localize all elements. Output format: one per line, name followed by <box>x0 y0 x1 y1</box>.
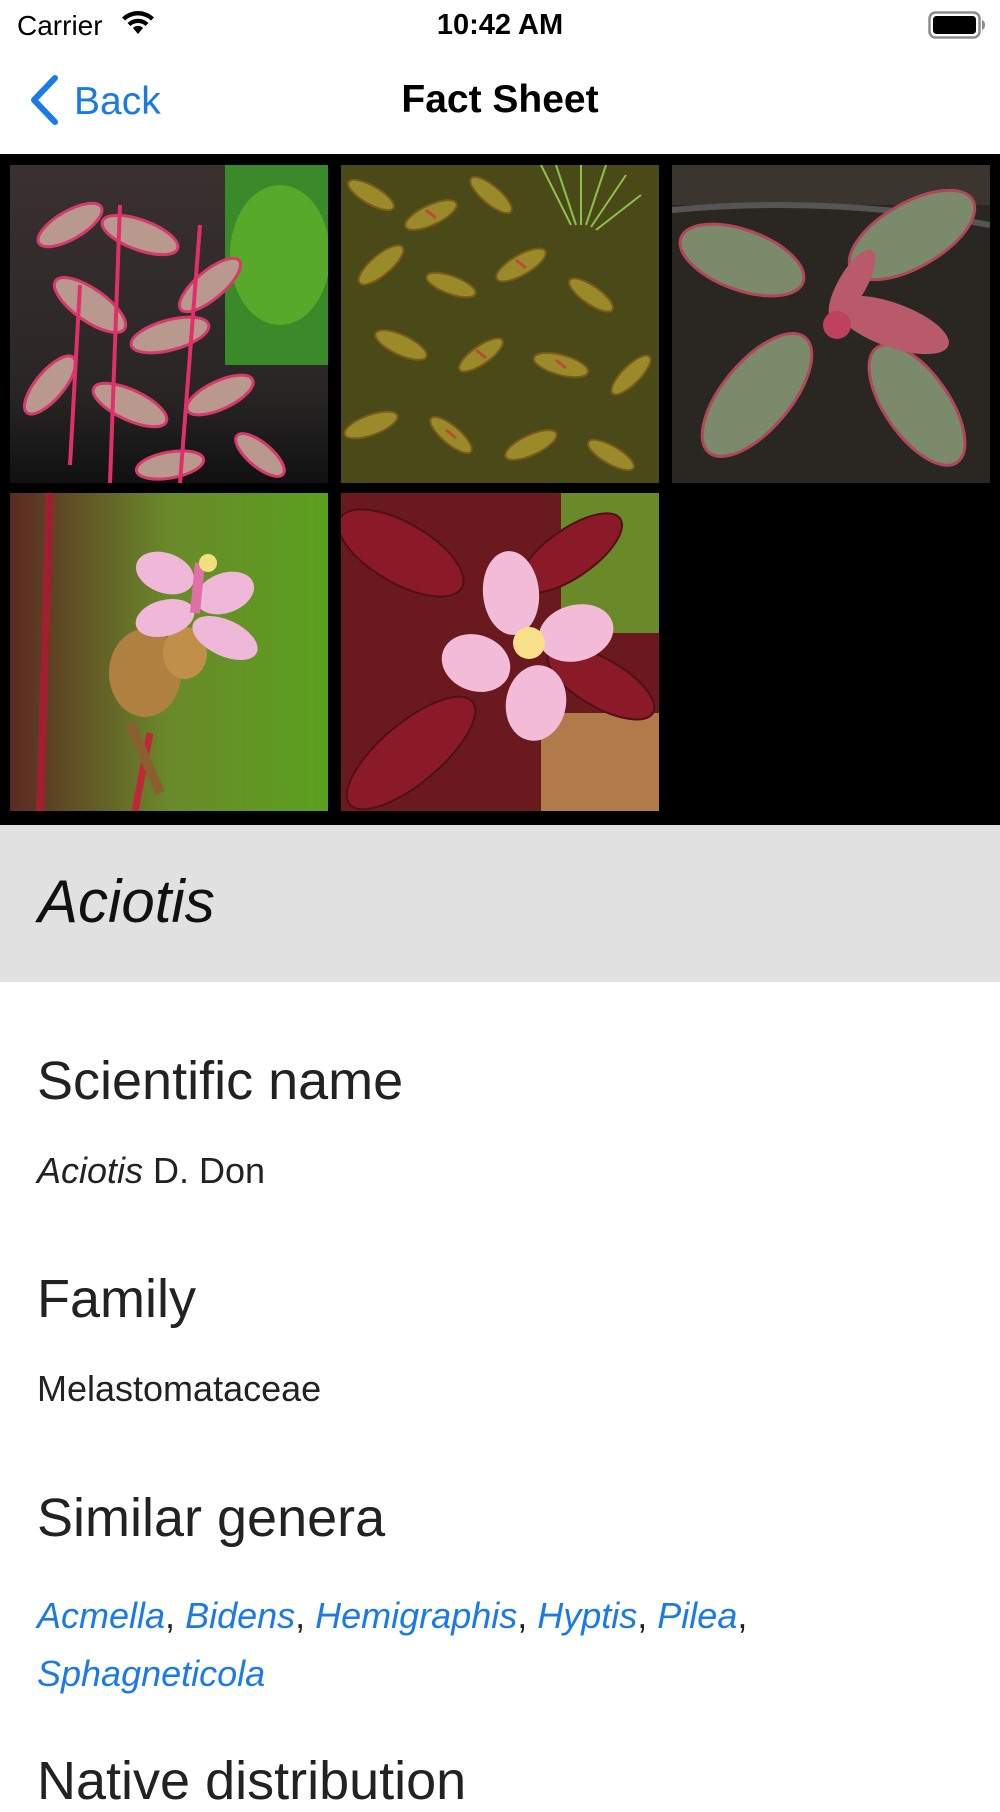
similar-genus-link[interactable]: Hyptis <box>537 1595 637 1636</box>
native-distribution-heading: Native distribution <box>37 1751 467 1811</box>
photo-gallery <box>0 154 1000 825</box>
similar-genus-link[interactable]: Hemigraphis <box>315 1595 517 1636</box>
scientific-name-value: Aciotis D. Don <box>37 1150 265 1192</box>
similar-genus-link[interactable]: Pilea <box>657 1595 737 1636</box>
similar-genera-heading: Similar genera <box>37 1488 386 1548</box>
gallery-photo-1[interactable] <box>10 165 328 483</box>
genus-title-band: Aciotis <box>0 825 1000 982</box>
family-heading: Family <box>37 1269 196 1329</box>
status-time: 10:42 AM <box>436 9 564 41</box>
scientific-name-author: D. Don <box>143 1150 266 1191</box>
similar-genera-list: Acmella, Bidens, Hemigraphis, Hyptis, Pi… <box>37 1595 748 1694</box>
similar-genus-link[interactable]: Bidens <box>185 1595 295 1636</box>
gallery-photo-3[interactable] <box>672 165 990 483</box>
scientific-name-genus: Aciotis <box>37 1150 144 1191</box>
family-value: Melastomataceae <box>37 1368 322 1409</box>
status-bar: Carrier 10:42 AM <box>0 0 1000 50</box>
scientific-name-heading: Scientific name <box>37 1051 404 1111</box>
battery-icon <box>928 11 986 44</box>
genus-title: Aciotis <box>38 868 215 935</box>
navigation-bar: Back Fact Sheet <box>0 50 1000 154</box>
similar-genus-link[interactable]: Sphagneticola <box>37 1653 265 1694</box>
page-title: Fact Sheet <box>401 78 599 121</box>
gallery-photo-4[interactable] <box>10 493 328 811</box>
gallery-photo-5[interactable] <box>341 493 659 811</box>
similar-genus-link[interactable]: Acmella <box>37 1595 165 1636</box>
gallery-photo-2[interactable] <box>341 165 659 483</box>
